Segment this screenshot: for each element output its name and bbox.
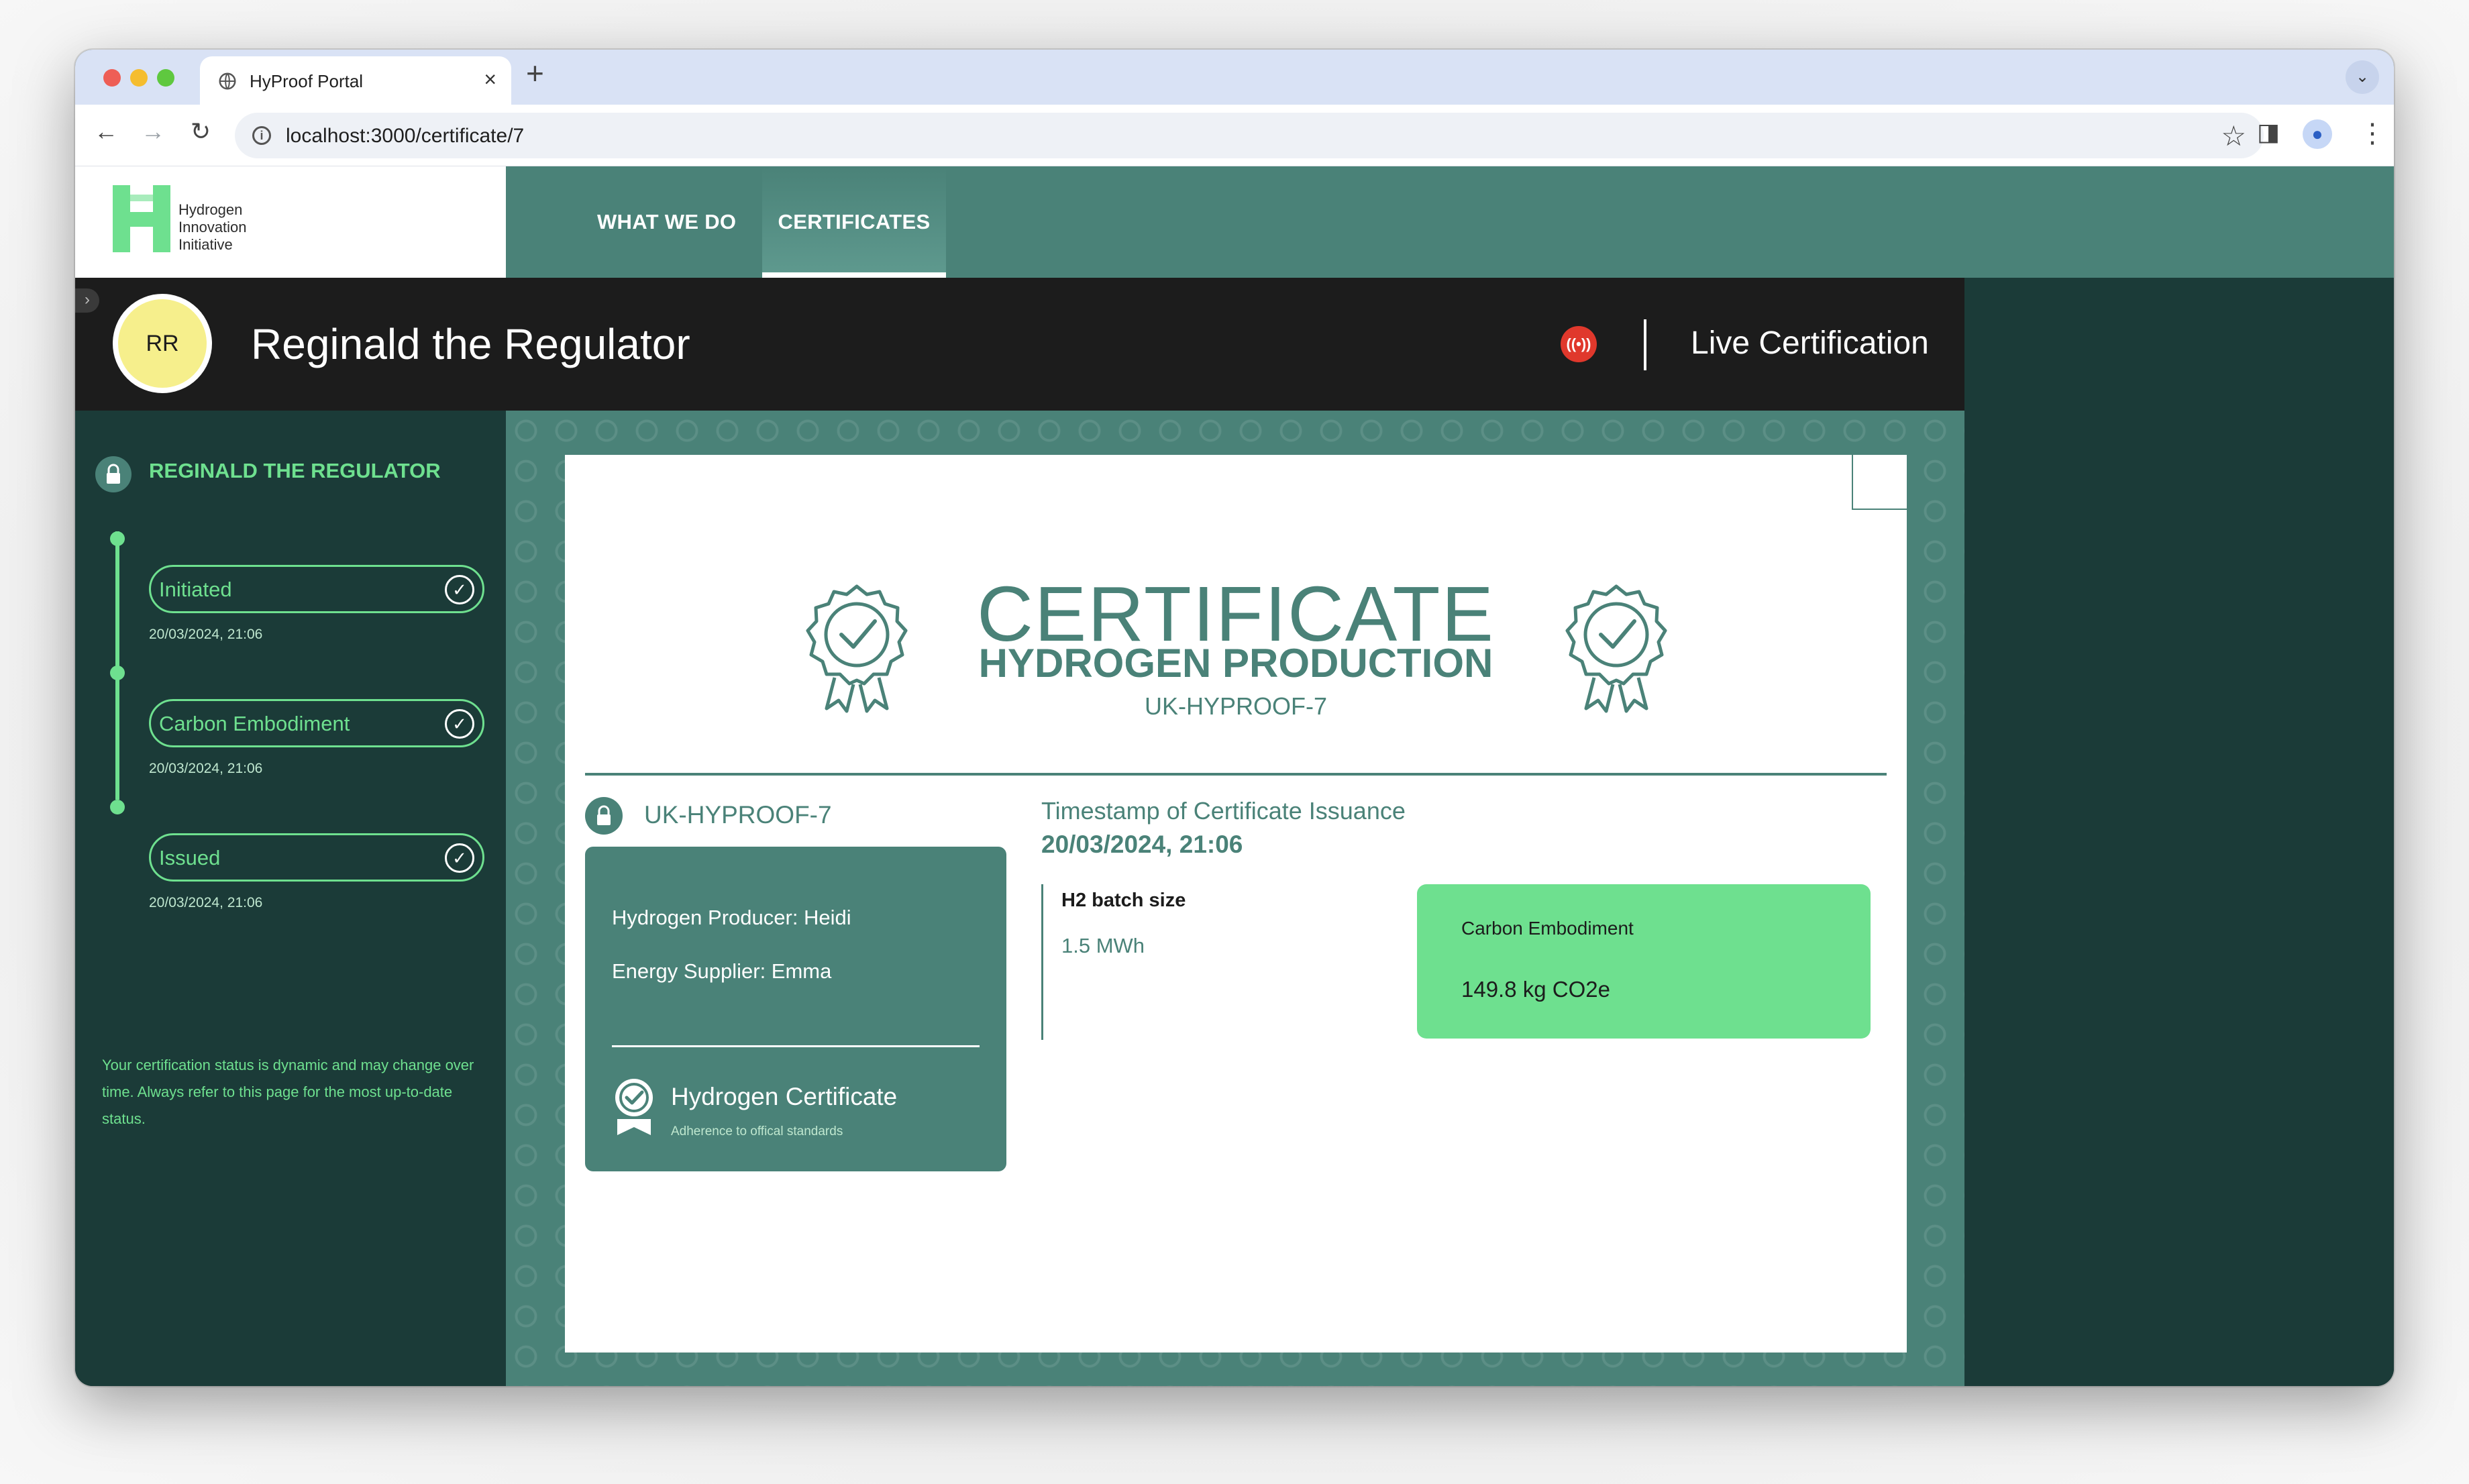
timeline-node xyxy=(110,666,125,680)
batch-size-label: H2 batch size xyxy=(1061,890,1186,911)
bookmark-star-icon[interactable]: ☆ xyxy=(2221,119,2246,152)
check-circle-icon: ✓ xyxy=(445,709,474,739)
nav-certificates[interactable]: CERTIFICATES xyxy=(762,166,946,278)
lock-icon xyxy=(585,797,623,835)
url-text[interactable]: localhost:3000/certificate/7 xyxy=(286,125,524,148)
avatar: RR xyxy=(113,294,212,393)
certificate-subtitle: HYDROGEN PRODUCTION xyxy=(978,641,1493,686)
close-window-button[interactable] xyxy=(103,69,121,87)
user-name-title: Reginald the Regulator xyxy=(251,320,690,368)
card-divider xyxy=(612,1045,980,1047)
logo-line-1: Hydrogen xyxy=(178,201,243,218)
page-fold xyxy=(1852,455,1907,510)
carbon-embodiment-card: Carbon Embodiment 149.8 kg CO2e xyxy=(1417,884,1871,1039)
back-arrow-icon[interactable]: ← xyxy=(94,119,118,144)
tab-close-icon[interactable]: × xyxy=(484,68,496,90)
site-header: Hydrogen Innovation Initiative WHAT WE D… xyxy=(75,166,2394,278)
site-info-icon[interactable]: i xyxy=(252,126,271,145)
timeline-node xyxy=(110,800,125,814)
browser-window: HyProof Portal × + ⌄ ← → ↻ i localhost:3… xyxy=(75,50,2394,1386)
batch-divider xyxy=(1041,884,1043,1040)
logo-line-3: Initiative xyxy=(178,236,233,253)
minimize-window-button[interactable] xyxy=(130,69,148,87)
certificate-area: CERTIFICATE HYDROGEN PRODUCTION UK-HYPRO… xyxy=(506,411,1964,1386)
timeline-node xyxy=(110,531,125,546)
divider xyxy=(1644,319,1646,370)
lock-icon xyxy=(95,456,132,492)
batch-size-value: 1.5 MWh xyxy=(1061,934,1145,957)
hydrogen-certificate-title: Hydrogen Certificate xyxy=(671,1083,898,1110)
browser-toolbar: ← → ↻ i localhost:3000/certificate/7 ☆ ◨… xyxy=(75,105,2394,166)
maximize-window-button[interactable] xyxy=(157,69,174,87)
browser-tab[interactable]: HyProof Portal × xyxy=(200,56,511,105)
menu-kebab-icon[interactable]: ⋮ xyxy=(2359,118,2386,149)
timestamp-label: Timestamp of Certificate Issuance xyxy=(1041,797,1406,825)
step-issued[interactable]: Issued ✓ xyxy=(149,833,484,882)
tab-title: HyProof Portal xyxy=(250,71,364,91)
carbon-embodiment-label: Carbon Embodiment xyxy=(1461,918,1634,939)
check-circle-icon: ✓ xyxy=(445,575,474,604)
status-note: Your certification status is dynamic and… xyxy=(102,1057,474,1127)
carbon-embodiment-value: 149.8 kg CO2e xyxy=(1461,977,1610,1002)
logo-text: Hydrogen Innovation Initiative xyxy=(178,201,247,254)
participants-card: Hydrogen Producer: Heidi Energy Supplier… xyxy=(585,847,1006,1171)
sidebar-heading: REGINALD THE REGULATOR xyxy=(149,459,441,482)
collapse-sidebar-chevron-icon[interactable]: › xyxy=(75,288,99,313)
certificate-id: UK-HYPROOF-7 xyxy=(644,801,832,829)
step-date: 20/03/2024, 21:06 xyxy=(149,895,263,910)
certificate-paper: CERTIFICATE HYDROGEN PRODUCTION UK-HYPRO… xyxy=(565,455,1907,1353)
right-panel xyxy=(1964,278,2394,1386)
tab-strip: HyProof Portal × + ⌄ xyxy=(75,50,2394,105)
check-circle-icon: ✓ xyxy=(445,843,474,873)
supplier-text: Energy Supplier: Emma xyxy=(612,959,832,983)
step-initiated[interactable]: Initiated ✓ xyxy=(149,565,484,613)
hydrogen-certificate-subtitle: Adherence to offical standards xyxy=(671,1124,843,1138)
step-carbon-embodiment[interactable]: Carbon Embodiment ✓ xyxy=(149,699,484,747)
timestamp-value: 20/03/2024, 21:06 xyxy=(1041,831,1243,858)
forward-arrow-icon[interactable]: → xyxy=(141,119,165,144)
step-date: 20/03/2024, 21:06 xyxy=(149,627,263,642)
new-tab-button[interactable]: + xyxy=(526,58,544,89)
nav-what-we-do[interactable]: WHAT WE DO xyxy=(597,166,736,278)
active-tab-underline xyxy=(762,272,946,278)
profile-icon[interactable]: ● xyxy=(2303,119,2332,149)
live-broadcast-icon: ((•)) xyxy=(1561,326,1597,362)
side-panel-icon[interactable]: ◨ xyxy=(2257,118,2280,146)
certificate-divider xyxy=(585,773,1887,776)
user-bar: › RR Reginald the Regulator ((•)) Live C… xyxy=(75,278,1964,411)
status-sidebar: REGINALD THE REGULATOR Initiated ✓ 20/03… xyxy=(75,411,506,1386)
producer-text: Hydrogen Producer: Heidi xyxy=(612,906,851,929)
step-label: Initiated xyxy=(159,578,232,601)
reload-icon[interactable]: ↻ xyxy=(191,119,211,144)
address-bar[interactable]: i localhost:3000/certificate/7 ☆ xyxy=(235,113,2264,158)
hydrogen-logo-icon xyxy=(113,185,170,252)
certificate-seal-icon xyxy=(615,1079,653,1135)
step-label: Carbon Embodiment xyxy=(159,712,350,735)
step-date: 20/03/2024, 21:06 xyxy=(149,761,263,776)
logo-line-2: Innovation xyxy=(178,219,247,235)
tab-search-chevron-icon[interactable]: ⌄ xyxy=(2346,60,2379,94)
certificate-code: UK-HYPROOF-7 xyxy=(1144,692,1328,720)
step-label: Issued xyxy=(159,846,221,869)
globe-icon xyxy=(219,72,236,90)
logo[interactable]: Hydrogen Innovation Initiative xyxy=(75,166,506,278)
nav-certificates-label: CERTIFICATES xyxy=(778,210,931,233)
live-certification-label: Live Certification xyxy=(1691,325,1929,361)
